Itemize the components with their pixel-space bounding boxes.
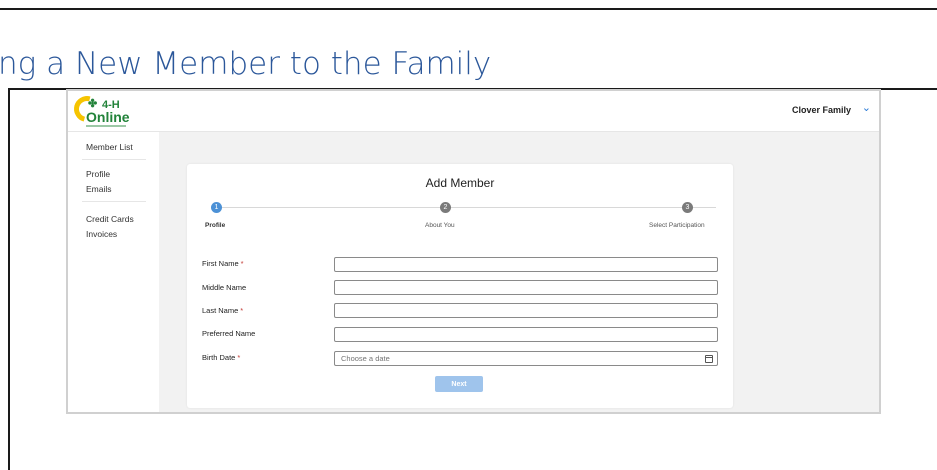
last-name-label: Last Name * bbox=[202, 306, 243, 315]
middle-name-input[interactable] bbox=[334, 280, 718, 295]
step-label-select-participation: Select Participation bbox=[649, 222, 705, 229]
step-indicator-3: 3 bbox=[682, 202, 693, 213]
next-button[interactable]: Next bbox=[435, 376, 483, 392]
document-top-border bbox=[0, 0, 937, 10]
logo-online-text: Online bbox=[86, 109, 130, 125]
first-name-input[interactable] bbox=[334, 257, 718, 272]
step-indicator-1: 1 bbox=[211, 202, 222, 213]
sidebar-item-credit-cards[interactable]: Credit Cards bbox=[86, 214, 134, 224]
sidebar-divider bbox=[82, 201, 146, 202]
sidebar-item-profile[interactable]: Profile bbox=[86, 169, 110, 179]
middle-name-label: Middle Name bbox=[202, 283, 246, 292]
step-label-about-you: About You bbox=[425, 222, 455, 229]
sidebar-divider bbox=[82, 159, 146, 160]
document-heading: ng a New Member to the Family bbox=[0, 46, 492, 82]
4h-online-logo[interactable]: ✤ 4-H Online bbox=[69, 91, 134, 128]
birth-date-label: Birth Date * bbox=[202, 353, 240, 362]
preferred-name-label: Preferred Name bbox=[202, 329, 255, 338]
app-header: ✤ 4-H Online Clover Family ⌄ bbox=[68, 91, 879, 132]
logo-tagline-mark bbox=[86, 125, 126, 127]
calendar-icon[interactable] bbox=[705, 355, 713, 363]
step-label-profile: Profile bbox=[205, 222, 226, 229]
preferred-name-label-text: Preferred Name bbox=[202, 329, 256, 338]
preferred-name-input[interactable] bbox=[334, 327, 718, 342]
sidebar-item-invoices[interactable]: Invoices bbox=[86, 229, 117, 239]
card-title: Add Member bbox=[425, 176, 495, 190]
progress-track bbox=[211, 207, 716, 208]
birth-date-input[interactable] bbox=[334, 351, 718, 366]
app-screenshot: ✤ 4-H Online Clover Family ⌄ Member List… bbox=[66, 89, 881, 414]
main-content: Add Member 1 2 3 Profile About You Selec… bbox=[159, 132, 879, 412]
sidebar-item-member-list[interactable]: Member List bbox=[86, 142, 133, 152]
step-indicator-2: 2 bbox=[440, 202, 451, 213]
last-name-label-text: Last Name bbox=[202, 306, 239, 315]
sidebar: Member List Profile Emails Credit Cards … bbox=[68, 132, 158, 412]
first-name-label-text: First Name bbox=[202, 259, 239, 268]
add-member-card: Add Member 1 2 3 Profile About You Selec… bbox=[187, 164, 733, 408]
first-name-label: First Name * bbox=[202, 259, 244, 268]
chevron-down-icon[interactable]: ⌄ bbox=[862, 101, 871, 114]
required-marker: * bbox=[237, 353, 241, 362]
middle-name-label-text: Middle Name bbox=[202, 283, 247, 292]
required-marker: * bbox=[240, 259, 244, 268]
last-name-input[interactable] bbox=[334, 303, 718, 318]
birth-date-label-text: Birth Date bbox=[202, 353, 236, 362]
document-left-border bbox=[8, 88, 10, 470]
required-marker: * bbox=[240, 306, 244, 315]
family-name[interactable]: Clover Family bbox=[792, 105, 851, 115]
sidebar-item-emails[interactable]: Emails bbox=[86, 184, 112, 194]
